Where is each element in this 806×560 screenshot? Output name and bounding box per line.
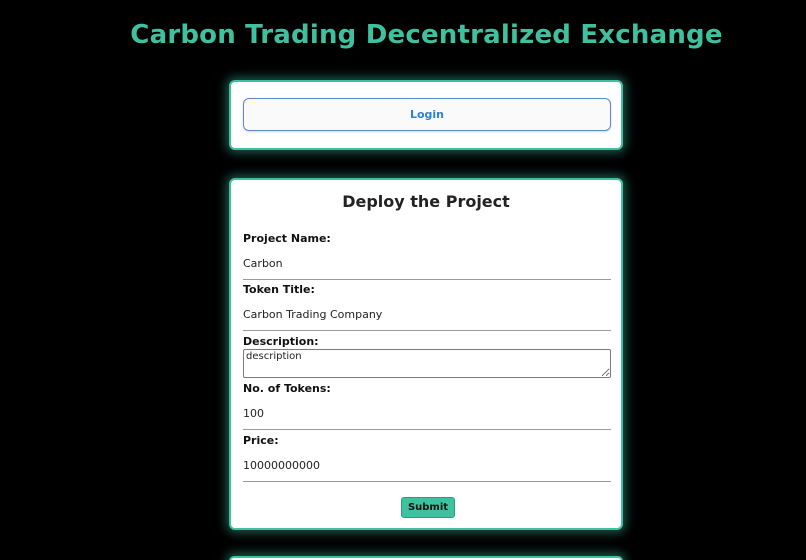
num-tokens-label: No. of Tokens:	[243, 382, 331, 395]
app-title: Carbon Trading Decentralized Exchange	[130, 20, 723, 50]
submit-button[interactable]: Submit	[401, 497, 455, 518]
project-name-input[interactable]	[243, 253, 611, 280]
project-name-label: Project Name:	[243, 232, 331, 245]
description-label: Description:	[243, 335, 319, 348]
price-label: Price:	[243, 434, 279, 447]
page: Carbon Trading Decentralized Exchange Lo…	[0, 0, 806, 560]
deploy-project-form: Deploy the Project Project Name: Token T…	[229, 178, 623, 530]
num-tokens-input[interactable]	[243, 403, 611, 430]
price-input[interactable]	[243, 455, 611, 482]
form-title: Deploy the Project	[342, 192, 510, 211]
login-card: Login	[229, 80, 623, 150]
description-textarea[interactable]: description	[243, 349, 611, 378]
token-title-input[interactable]	[243, 304, 611, 331]
token-title-label: Token Title:	[243, 283, 315, 296]
login-button[interactable]: Login	[243, 98, 611, 131]
next-card-edge	[229, 556, 623, 560]
